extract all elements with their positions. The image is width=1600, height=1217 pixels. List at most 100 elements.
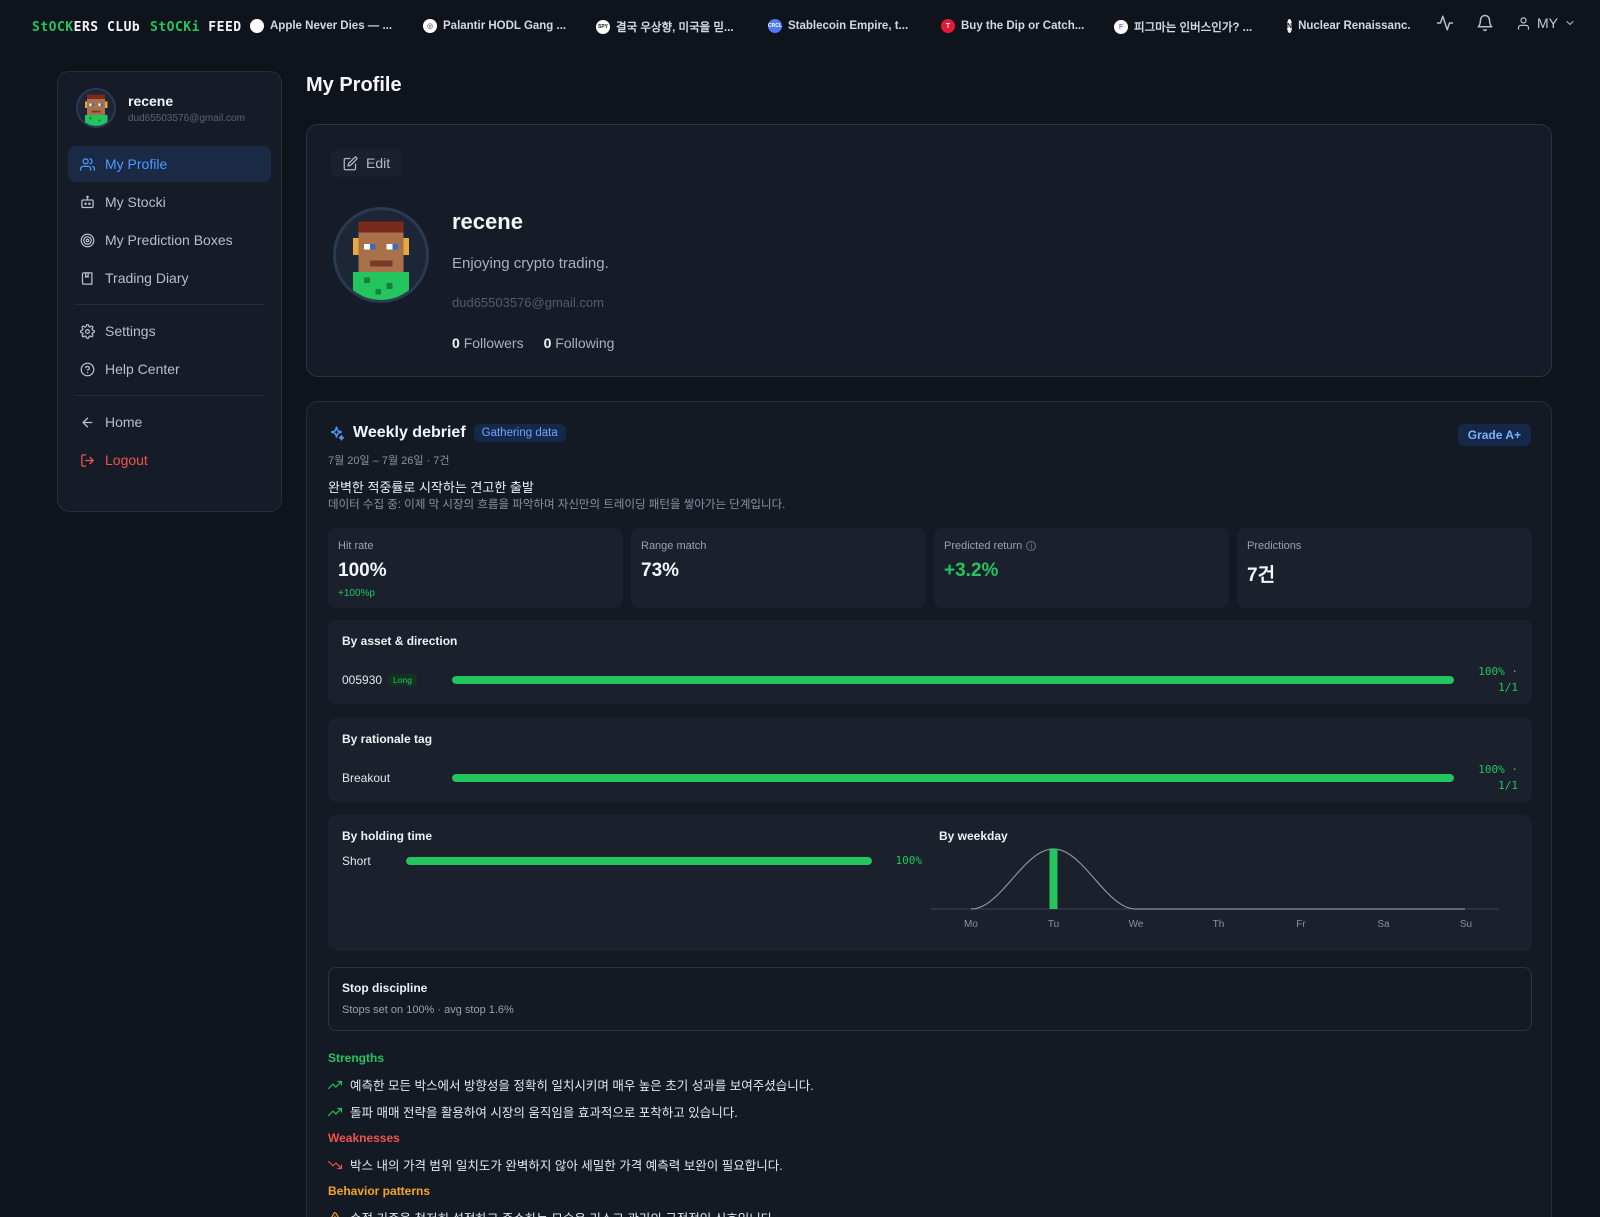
strength-text: 돌파 매매 전략을 활용하여 시장의 움직임을 효과적으로 포착하고 있습니다. (350, 1106, 738, 1120)
sidebar-item-my-prediction-boxes[interactable]: My Prediction Boxes (68, 222, 271, 258)
stop-detail: Stops set on 100% · avg stop 1.6% (342, 1004, 514, 1016)
sidebar-item-my-stocki[interactable]: My Stocki (68, 184, 271, 220)
profile-name: recene (452, 209, 523, 234)
sidebar-item-label: Settings (105, 323, 156, 339)
warning-icon (330, 1211, 340, 1217)
bar-value-count: 1/1 (1498, 681, 1518, 694)
sidebar-divider (74, 304, 265, 305)
bar-value-pct: 100% · (1478, 665, 1518, 678)
debrief-subline: 데이터 수집 중: 이제 막 시장의 흐름을 파악하며 자신만의 트레이딩 패턴… (328, 499, 786, 511)
ticker-item[interactable]: T Buy the Dip or Catch... (941, 19, 1084, 33)
follow-stats: 0 Followers 0 Following (452, 335, 614, 351)
bar-value-count: 1/1 (1498, 779, 1518, 792)
panel-title: By holding time (342, 829, 432, 843)
weekday-tick-label: Fr (1296, 919, 1306, 930)
weaknesses-label: Weaknesses (328, 1131, 400, 1145)
sidebar-item-label: Logout (105, 452, 148, 468)
bar-row: 005930 Long 100% · 1/1 (342, 664, 1518, 696)
figma-icon: F (1114, 20, 1128, 34)
nuclear-icon: N (1287, 19, 1293, 33)
stat-value: 7건 (1247, 565, 1276, 586)
stat-label: Predicted return (944, 540, 1023, 552)
stocki-feed-logo[interactable]: StOCKi FEED (150, 20, 242, 35)
sidebar-item-label: Home (105, 414, 143, 430)
sidebar-item-settings[interactable]: Settings (68, 313, 271, 349)
bar-fill (452, 676, 1454, 684)
debrief-date-range: 7월 20일 – 7월 26일 · 7건 (328, 455, 450, 467)
strength-text: 예측한 모든 박스에서 방향성을 정확히 일치시키며 매우 높은 초기 성과를 … (350, 1079, 814, 1093)
ticker-item[interactable]: ◎ Palantir HODL Gang ... (423, 19, 566, 33)
profile-card: Edit recene Enjoying crypto trading. dud… (306, 124, 1552, 377)
stat-value: 73% (641, 560, 680, 581)
debrief-headline: 완벽한 적중률로 시작하는 견고한 출발 (328, 480, 534, 495)
stat-predicted-return: Predicted return i +3.2% (934, 528, 1229, 608)
logout-icon (81, 453, 94, 467)
ticker-item[interactable]: N Nuclear Renaissanc... (1287, 19, 1411, 33)
weekday-tick-label: Su (1460, 919, 1472, 930)
my-menu[interactable]: MY (1516, 15, 1576, 31)
pixel-avatar-icon (336, 210, 426, 300)
sidebar-item-label: My Prediction Boxes (105, 232, 233, 248)
sidebar-item-logout[interactable]: Logout (68, 442, 271, 478)
edit-label: Edit (366, 155, 391, 171)
stop-discipline-panel: Stop discipline Stops set on 100% · avg … (328, 967, 1532, 1031)
panel-title: By rationale tag (342, 732, 433, 746)
following-link[interactable]: 0 Following (544, 335, 615, 351)
panel-title: Stop discipline (342, 981, 428, 995)
weekday-chart: Mo Tu We Th Fr Sa Su (931, 848, 1499, 930)
info-icon[interactable]: i (1026, 541, 1037, 551)
bar-fill (406, 857, 872, 865)
sidebar: recene dud65503576@gmail.com My Profile … (57, 71, 282, 512)
panel-title: By asset & direction (342, 634, 458, 648)
bar-row: Breakout 100% · 1/1 (342, 762, 1518, 794)
list-item: 박스 내의 가격 범위 일치도가 완벽하지 않아 세밀한 가격 예측력 보완이 … (328, 1155, 783, 1174)
stockers-club-logo[interactable]: StOCKERS CLUb (32, 20, 140, 35)
bell-icon[interactable] (1476, 14, 1494, 32)
sidebar-user-name: recene (128, 92, 174, 109)
stat-hit-rate: Hit rate 100% +100%p (328, 528, 623, 608)
ticker-item[interactable]: Apple Never Dies — ... (250, 19, 392, 33)
trending-up-icon (328, 1080, 342, 1089)
profile-bio: Enjoying crypto trading. (452, 255, 609, 272)
holding-weekday-panel: By holding time Short 100% By weekday Mo… (328, 815, 1532, 951)
stat-label: Range match (641, 540, 707, 552)
ticker-item[interactable]: SPY 결국 우상향, 미국을 믿... (596, 19, 734, 35)
my-label: MY (1537, 15, 1558, 31)
asset-code: 005930 (342, 673, 383, 687)
edit-icon (343, 156, 358, 170)
ticker-item[interactable]: F 피그마는 인버스인가? ... (1114, 19, 1252, 35)
bar-track (452, 676, 1454, 684)
activity-icon[interactable] (1436, 14, 1454, 32)
top-bar: StOCKERS CLUb StOCKi FEED Apple Never Di… (0, 0, 1600, 56)
spy-icon: SPY (596, 20, 610, 34)
tag-label: Breakout (342, 771, 391, 785)
avatar[interactable] (76, 88, 116, 128)
weekday-tick-label: Tu (1048, 919, 1059, 930)
ticker-item[interactable]: CRCL Stablecoin Empire, t... (768, 19, 908, 33)
palantir-icon: ◎ (423, 19, 437, 33)
behavior-text: 손절 기준을 철저히 설정하고 준수하는 모습은 리스크 관리의 긍정적인 신호… (350, 1208, 776, 1217)
weekday-tick-label: We (1129, 919, 1144, 930)
bar-value-pct: 100% · (1478, 763, 1518, 776)
profile-avatar[interactable] (333, 207, 429, 303)
sidebar-item-label: Trading Diary (105, 270, 189, 286)
sidebar-item-help-center[interactable]: Help Center (68, 351, 271, 387)
debrief-title: Weekly debrief (353, 424, 466, 441)
sidebar-user: recene dud65503576@gmail.com (68, 86, 271, 146)
apple-icon (250, 19, 264, 33)
status-badge: Gathering data (473, 424, 566, 442)
trending-up-icon (328, 1107, 342, 1116)
stat-label: Predictions (1247, 540, 1302, 552)
sidebar-item-my-profile[interactable]: My Profile (68, 146, 271, 182)
sidebar-item-trading-diary[interactable]: Trading Diary (68, 260, 271, 296)
followers-link[interactable]: 0 Followers (452, 335, 524, 351)
sidebar-item-label: My Stocki (105, 194, 166, 210)
by-tag-panel: By rationale tag Breakout 100% · 1/1 (328, 718, 1532, 802)
stat-predictions: Predictions 7건 (1237, 528, 1532, 608)
pixel-avatar-icon (78, 90, 114, 126)
user-icon (1517, 16, 1530, 30)
bar-value-pct: 100% (895, 854, 923, 867)
sidebar-item-home[interactable]: Home (68, 404, 271, 440)
stat-value: +3.2% (944, 560, 999, 581)
edit-button[interactable]: Edit (331, 149, 403, 177)
